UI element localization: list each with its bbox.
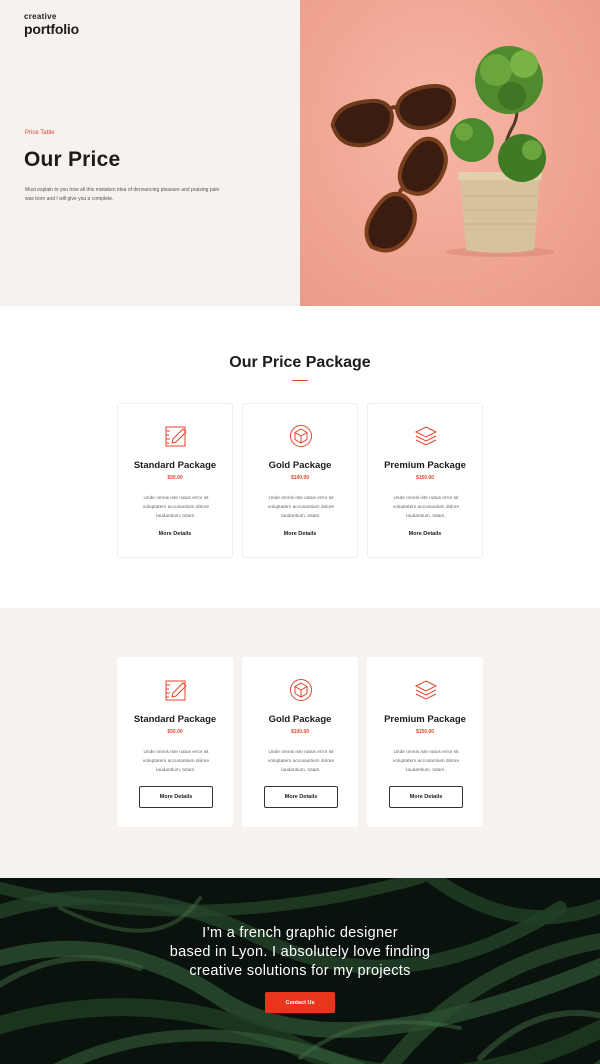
site-logo[interactable]: creative portfolio — [24, 12, 79, 37]
more-details-link[interactable]: More Details — [118, 531, 232, 537]
logo-line-small: creative — [24, 12, 57, 21]
package-price: $150.00 — [415, 475, 435, 481]
package-price: $50.00 — [167, 475, 183, 481]
package-description: Unde omnis iste natus error sit voluptat… — [392, 496, 460, 519]
package-price: $100.00 — [290, 475, 310, 481]
package-name: Gold Package — [268, 714, 332, 725]
contact-cta-section: I’m a french graphic designer based in L… — [0, 878, 600, 1064]
cube-icon — [290, 425, 312, 447]
package-description: Unde omnis iste natus error sit voluptat… — [142, 496, 210, 519]
layers-icon — [414, 680, 438, 700]
package-description: Unde omnis iste natus error sit voluptat… — [392, 750, 460, 773]
hero-description: Must explain to you how all this mistake… — [25, 187, 220, 202]
hero-eyebrow: Price Table — [25, 130, 55, 136]
price-card-standard: Standard Package $50.00 Unde omnis iste … — [117, 403, 233, 558]
section-title-underline — [292, 380, 308, 381]
cube-icon — [290, 679, 312, 701]
price-card-premium: Premium Package $150.00 Unde omnis iste … — [367, 403, 483, 558]
price-package-section: Our Price Package Standard Package $50.0… — [0, 306, 600, 608]
hero-image — [300, 0, 600, 306]
sunglasses-plant-illustration — [330, 46, 555, 257]
cta-line-1: I’m a french graphic designer — [202, 925, 398, 941]
contact-us-button[interactable]: Contact Us — [265, 992, 335, 1013]
more-details-button[interactable]: More Details — [139, 786, 213, 808]
price-card-premium: Premium Package $150.00 Unde omnis iste … — [367, 657, 483, 827]
more-details-button[interactable]: More Details — [264, 786, 338, 808]
package-price: $100.00 — [290, 729, 310, 735]
package-name: Premium Package — [384, 460, 466, 471]
pencil-ruler-icon — [165, 680, 187, 701]
more-details-link[interactable]: More Details — [368, 531, 482, 537]
package-description: Unde omnis iste natus error sit voluptat… — [267, 750, 335, 773]
price-card-gold: Gold Package $100.00 Unde omnis iste nat… — [242, 657, 358, 827]
package-price: $50.00 — [167, 729, 183, 735]
package-price: $150.00 — [415, 729, 435, 735]
cta-line-3: creative solutions for my projects — [189, 963, 411, 979]
more-details-link[interactable]: More Details — [243, 531, 357, 537]
price-card-standard: Standard Package $50.00 Unde omnis iste … — [117, 657, 233, 827]
cta-headline: I’m a french graphic designer based in L… — [0, 924, 600, 981]
package-name: Standard Package — [133, 714, 217, 725]
cta-line-2: based in Lyon. I absolutely love finding — [169, 944, 431, 960]
section-title: Our Price Package — [229, 354, 371, 371]
package-name: Gold Package — [268, 460, 332, 471]
pencil-ruler-icon — [165, 426, 187, 447]
package-description: Unde omnis iste natus error sit voluptat… — [142, 750, 210, 773]
logo-line-big: portfolio — [24, 21, 79, 37]
more-details-button[interactable]: More Details — [389, 786, 463, 808]
package-name: Premium Package — [384, 714, 466, 725]
package-name: Standard Package — [133, 460, 217, 471]
package-description: Unde omnis iste natus error sit voluptat… — [267, 496, 335, 519]
price-package-alt-section: Standard Package $50.00 Unde omnis iste … — [0, 608, 600, 878]
hero-text-panel: creative portfolio Price Table Our Price… — [0, 0, 300, 306]
page-title: Our Price — [24, 148, 121, 171]
hero-section: creative portfolio Price Table Our Price… — [0, 0, 600, 306]
price-card-gold: Gold Package $100.00 Unde omnis iste nat… — [242, 403, 358, 558]
layers-icon — [414, 426, 438, 446]
